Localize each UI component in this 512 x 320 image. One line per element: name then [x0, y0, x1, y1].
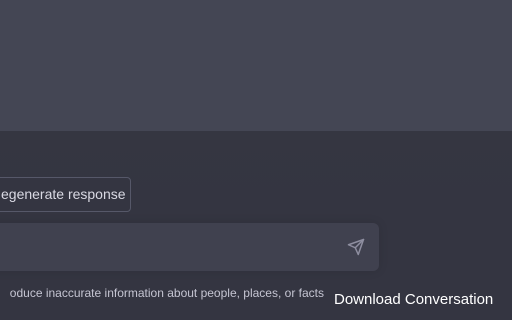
disclaimer-text: oduce inaccurate information about peopl…	[9, 286, 324, 300]
regenerate-response-label: egenerate response	[1, 186, 126, 202]
paper-plane-icon	[347, 238, 365, 256]
download-conversation-button[interactable]: Download Conversation	[334, 291, 493, 309]
send-button[interactable]	[347, 238, 365, 256]
assistant-message-area	[0, 0, 512, 131]
regenerate-response-button[interactable]: egenerate response	[0, 177, 131, 212]
message-input[interactable]	[0, 223, 379, 271]
